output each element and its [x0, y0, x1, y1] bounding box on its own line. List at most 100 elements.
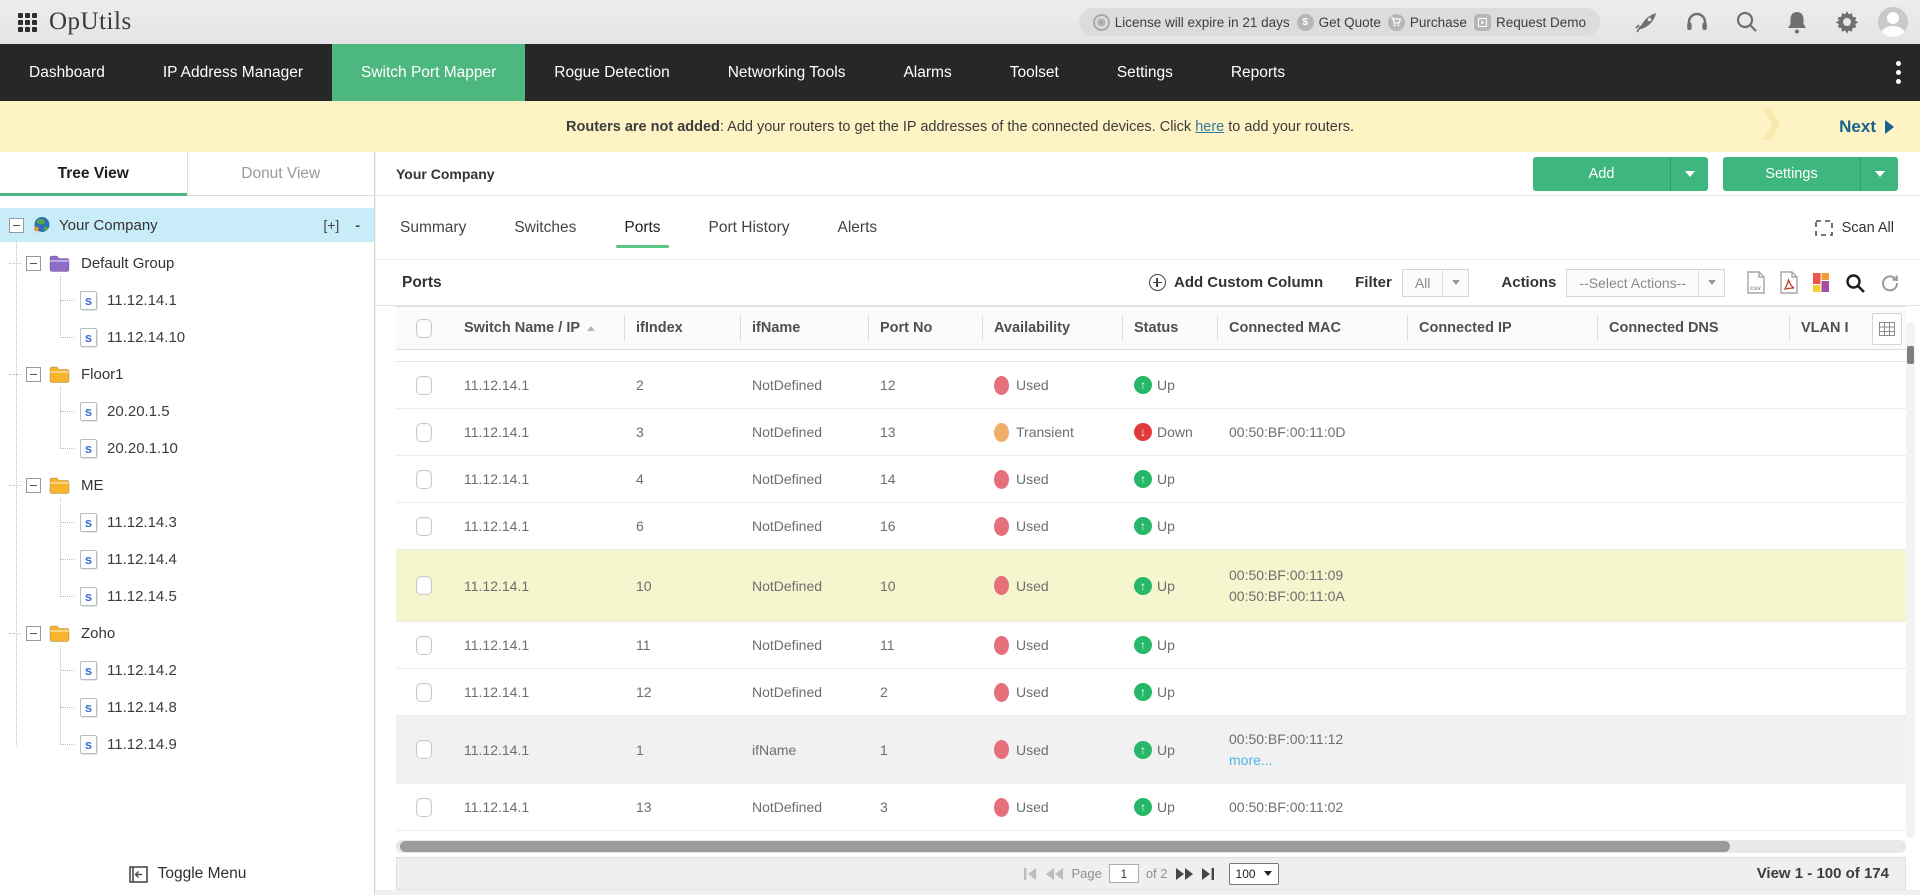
- sort-ascending-icon[interactable]: [587, 326, 595, 331]
- nav-item-settings[interactable]: Settings: [1088, 44, 1202, 101]
- actions-select[interactable]: --Select Actions--: [1566, 269, 1725, 297]
- prev-page-button[interactable]: [1045, 867, 1064, 881]
- settings-dropdown-caret[interactable]: [1860, 157, 1898, 191]
- table-search-icon[interactable]: [1844, 272, 1866, 294]
- tree-collapse-box[interactable]: [26, 256, 41, 271]
- add-dropdown-caret[interactable]: [1670, 157, 1708, 191]
- nav-item-switch-port-mapper[interactable]: Switch Port Mapper: [332, 44, 525, 101]
- cell-ifname: NotDefined: [740, 471, 868, 487]
- nav-item-rogue-detection[interactable]: Rogue Detection: [525, 44, 698, 101]
- next-button[interactable]: Next: [1839, 101, 1894, 152]
- export-csv-icon[interactable]: csv: [1747, 271, 1766, 294]
- tree-add-control[interactable]: [+]: [323, 217, 339, 233]
- tree-node-20-20-1-10[interactable]: s20.20.1.10: [0, 430, 374, 467]
- page-number-input[interactable]: [1109, 864, 1139, 883]
- sidebar-tab-tree-view[interactable]: Tree View: [0, 152, 187, 195]
- tree-node-11-12-14-1[interactable]: s11.12.14.1: [0, 282, 374, 319]
- more-link[interactable]: more...: [1229, 750, 1407, 771]
- tree-node-zoho[interactable]: Zoho: [0, 615, 374, 652]
- row-checkbox[interactable]: [416, 423, 432, 442]
- user-avatar[interactable]: [1878, 7, 1908, 37]
- tab-summary[interactable]: Summary: [396, 196, 470, 260]
- row-checkbox[interactable]: [416, 798, 432, 817]
- row-checkbox[interactable]: [416, 517, 432, 536]
- purchase-button[interactable]: Purchase: [1388, 14, 1467, 31]
- nav-item-alarms[interactable]: Alarms: [874, 44, 980, 101]
- nav-item-dashboard[interactable]: Dashboard: [0, 44, 134, 101]
- add-custom-column-button[interactable]: Add Custom Column: [1149, 274, 1323, 291]
- tree-groups: Default Groups11.12.14.1s11.12.14.10Floo…: [0, 245, 374, 763]
- nav-item-reports[interactable]: Reports: [1202, 44, 1314, 101]
- refresh-icon[interactable]: [1880, 273, 1900, 293]
- tree-node-11-12-14-3[interactable]: s11.12.14.3: [0, 504, 374, 541]
- get-quote-button[interactable]: $ Get Quote: [1297, 14, 1381, 31]
- tree-collapse-box[interactable]: [26, 626, 41, 641]
- request-demo-button[interactable]: Request Demo: [1474, 14, 1586, 31]
- tab-alerts[interactable]: Alerts: [834, 196, 882, 260]
- table-row[interactable]: 11.12.14.14NotDefined14Used↑Up: [396, 456, 1906, 503]
- scan-all-button[interactable]: Scan All: [1815, 220, 1920, 236]
- select-all-checkbox[interactable]: [416, 319, 432, 338]
- search-icon[interactable]: [1722, 7, 1772, 37]
- tree-collapse-box[interactable]: [9, 218, 24, 233]
- tree-node-11-12-14-9[interactable]: s11.12.14.9: [0, 726, 374, 763]
- export-pdf-icon[interactable]: [1780, 271, 1799, 294]
- table-row[interactable]: 11.12.14.112NotDefined2Used↑Up: [396, 669, 1906, 716]
- next-page-button[interactable]: [1175, 867, 1194, 881]
- row-checkbox[interactable]: [416, 576, 432, 595]
- row-checkbox[interactable]: [416, 740, 432, 759]
- nav-item-toolset[interactable]: Toolset: [981, 44, 1088, 101]
- bell-icon[interactable]: [1772, 7, 1822, 37]
- license-status[interactable]: ◉ License will expire in 21 days: [1093, 14, 1290, 31]
- sidebar-tab-donut-view[interactable]: Donut View: [187, 152, 375, 195]
- tree-node-20-20-1-5[interactable]: s20.20.1.5: [0, 393, 374, 430]
- column-header-port-no: Port No: [868, 307, 982, 349]
- table-row[interactable]: 11.12.14.110NotDefined10Used↑Up00:50:BF:…: [396, 550, 1906, 622]
- add-routers-link[interactable]: here: [1195, 119, 1224, 135]
- first-page-button[interactable]: [1023, 867, 1038, 881]
- row-checkbox[interactable]: [416, 376, 432, 395]
- last-page-button[interactable]: [1201, 867, 1216, 881]
- table-vertical-scrollbar[interactable]: [1906, 322, 1915, 838]
- table-row[interactable]: 11.12.14.111NotDefined11Used↑Up: [396, 622, 1906, 669]
- row-checkbox[interactable]: [416, 636, 432, 655]
- nav-overflow-menu-icon[interactable]: [1876, 44, 1920, 101]
- headset-icon[interactable]: [1672, 7, 1722, 37]
- tree-collapse-control[interactable]: -: [355, 217, 360, 233]
- tree-node-11-12-14-8[interactable]: s11.12.14.8: [0, 689, 374, 726]
- add-button[interactable]: Add: [1533, 157, 1708, 191]
- tab-port-history[interactable]: Port History: [705, 196, 794, 260]
- column-header-checkbox: [396, 307, 452, 349]
- table-row[interactable]: 11.12.14.13NotDefined13Transient↓Down00:…: [396, 409, 1906, 456]
- row-checkbox[interactable]: [416, 683, 432, 702]
- nav-item-ip-address-manager[interactable]: IP Address Manager: [134, 44, 332, 101]
- tree-node-11-12-14-10[interactable]: s11.12.14.10: [0, 319, 374, 356]
- tree-node-11-12-14-4[interactable]: s11.12.14.4: [0, 541, 374, 578]
- table-row[interactable]: 11.12.14.12NotDefined12Used↑Up: [396, 362, 1906, 409]
- toggle-menu-button[interactable]: Toggle Menu: [0, 865, 375, 883]
- tab-ports[interactable]: Ports: [620, 196, 664, 260]
- tree-node-your-company[interactable]: Your Company[+]-: [0, 208, 374, 242]
- rocket-icon[interactable]: [1622, 7, 1672, 37]
- nav-item-networking-tools[interactable]: Networking Tools: [699, 44, 875, 101]
- tree-node-floor1[interactable]: Floor1: [0, 356, 374, 393]
- table-row[interactable]: 11.12.14.16NotDefined16Used↑Up: [396, 503, 1906, 550]
- table-row[interactable]: 11.12.14.113NotDefined3Used↑Up00:50:BF:0…: [396, 784, 1906, 831]
- filter-select[interactable]: All: [1402, 269, 1470, 297]
- table-row[interactable]: 11.12.14.11ifName1Used↑Up00:50:BF:00:11:…: [396, 716, 1906, 784]
- color-legend-icon[interactable]: [1813, 273, 1830, 292]
- tree-node-11-12-14-5[interactable]: s11.12.14.5: [0, 578, 374, 615]
- settings-button[interactable]: Settings: [1723, 157, 1898, 191]
- page-size-select[interactable]: 100: [1229, 863, 1279, 885]
- column-chooser-button[interactable]: [1872, 313, 1902, 345]
- tree-node-me[interactable]: ME: [0, 467, 374, 504]
- tree-node-11-12-14-2[interactable]: s11.12.14.2: [0, 652, 374, 689]
- table-horizontal-scrollbar[interactable]: [396, 840, 1906, 853]
- app-grid-icon[interactable]: [18, 13, 37, 32]
- row-checkbox[interactable]: [416, 470, 432, 489]
- tree-node-default-group[interactable]: Default Group: [0, 245, 374, 282]
- tab-switches[interactable]: Switches: [510, 196, 580, 260]
- tree-collapse-box[interactable]: [26, 367, 41, 382]
- gear-icon[interactable]: [1822, 7, 1872, 37]
- tree-collapse-box[interactable]: [26, 478, 41, 493]
